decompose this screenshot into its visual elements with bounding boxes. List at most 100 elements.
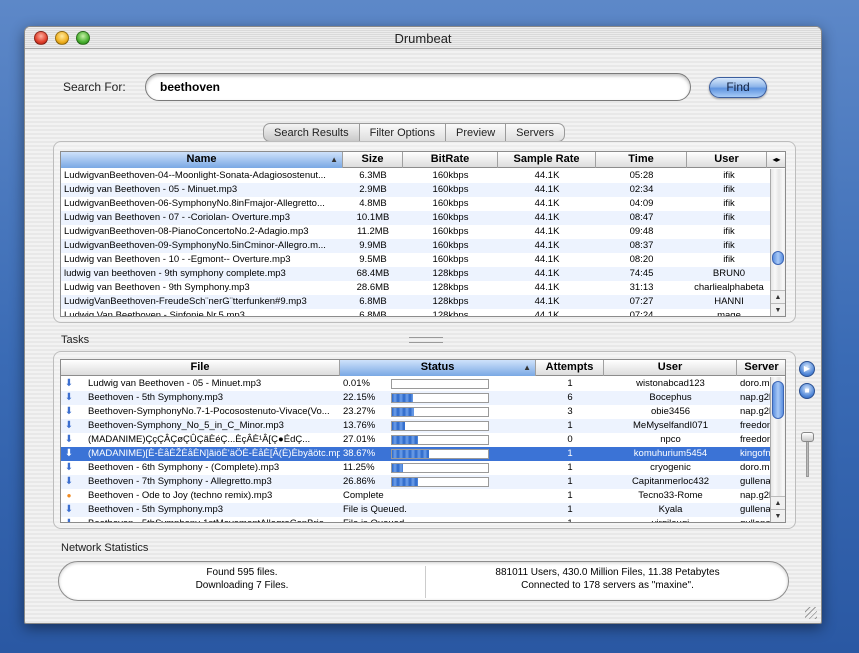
stop-icon[interactable]: ■ (799, 383, 815, 399)
task-status-text: 13.76% (343, 420, 376, 431)
scroll-up-icon[interactable]: ▲ (771, 496, 785, 509)
find-button[interactable]: Find (709, 77, 767, 98)
scroll-down-icon[interactable]: ▼ (771, 303, 785, 316)
task-row[interactable]: ⬇ Beethoven-SymphonyNo.7-1-Pocosostenuto-… (61, 405, 771, 419)
tab-filter-options[interactable]: Filter Options (359, 123, 447, 142)
resume-play-icon[interactable]: ▶ (799, 361, 815, 377)
resize-grip-icon[interactable] (805, 607, 817, 619)
column-header-server[interactable]: Server (737, 360, 785, 376)
result-cell-user: ifik (723, 240, 735, 251)
sort-ascending-icon: ▲ (330, 155, 338, 164)
task-status-text: Complete (343, 490, 384, 501)
tab-preview[interactable]: Preview (446, 123, 507, 142)
result-cell-time: 09:48 (629, 226, 654, 237)
task-status-text: 0.01% (343, 378, 370, 389)
task-file-name: Ludwig van Beethoven - 05 - Minuet.mp3 (88, 378, 262, 389)
result-cell-name: LudwigvanBeethoven-09-SymphonyNo.5inCmin… (64, 240, 326, 251)
result-row[interactable]: LudwigvanBeethoven-06-SymphonyNo.8inFmaj… (61, 197, 771, 211)
results-scrollbar[interactable]: ▲ ▼ (770, 169, 785, 316)
column-header-attempts[interactable]: Attempts (536, 360, 604, 376)
tasks-scroll-thumb[interactable] (772, 381, 784, 419)
result-cell-name: LudwigvanBeethoven-06-SymphonyNo.8inFmaj… (64, 198, 325, 209)
speed-slider-knob[interactable] (801, 432, 814, 442)
task-status-text: 27.01% (343, 434, 376, 445)
task-row[interactable]: ⬇ Beethoven-Symphony_No_5_in_C_Minor.mp3 1… (61, 419, 771, 433)
result-cell-user: ifik (723, 170, 735, 181)
task-cell-user: wistonabcad123 (636, 378, 705, 389)
column-header-file[interactable]: File (61, 360, 340, 376)
network-stats: 881011 Users, 430.0 Million Files, 11.38… (425, 566, 790, 592)
result-cell-size: 2.9MB (359, 184, 387, 195)
task-cell-status: 23.27% (340, 405, 536, 419)
result-cell-size: 6.8MB (359, 296, 387, 307)
result-row[interactable]: LudwigvanBeethoven-09-SymphonyNo.5inCmin… (61, 239, 771, 253)
task-status-text: 11.25% (343, 462, 375, 473)
result-cell-size: 10.1MB (356, 212, 390, 223)
down-arrow-icon: ⬇ (64, 504, 74, 515)
download-progress-bar (391, 407, 489, 417)
results-scroll-thumb[interactable] (772, 251, 784, 265)
tab-servers[interactable]: Servers (506, 123, 566, 142)
task-status-text: 26.86% (343, 476, 376, 487)
column-header-sample-rate[interactable]: Sample Rate (498, 152, 596, 168)
result-row[interactable]: Ludwig van Beethoven - 07 - -Coriolan- O… (61, 211, 771, 225)
column-header-bitrate[interactable]: BitRate (403, 152, 498, 168)
split-view-handle[interactable] (409, 337, 443, 343)
result-cell-size: 9.9MB (359, 240, 387, 251)
task-status-text: 38.67% (343, 448, 376, 459)
tasks-label: Tasks (61, 334, 90, 346)
task-cell-status: 27.01% (340, 433, 536, 447)
result-cell-time: 02:34 (629, 184, 654, 195)
result-row[interactable]: Ludwig van Beethoven - 10 - -Egmont-- Ov… (61, 253, 771, 267)
column-header-name[interactable]: Name ▲ (61, 152, 343, 168)
sort-ascending-icon: ▲ (523, 363, 531, 372)
task-row[interactable]: ⬇ Beethoven - 5th Symphony.mp3 File is Que… (61, 503, 771, 517)
task-row[interactable]: ⬇ (MADANIME)[È-ÈåÈŽÈåÈN]ãiöÈ'äÖÈ-ÈåÈ[Â(È)… (61, 447, 771, 461)
search-input[interactable] (145, 73, 691, 101)
result-cell-size: 9.5MB (359, 254, 387, 265)
task-row[interactable]: ⬇ Beethoven - 7th Symphony - Allegretto.m… (61, 475, 771, 489)
column-header-user[interactable]: User (687, 152, 767, 168)
result-row[interactable]: Ludwig van Beethoven - 9th Symphony.mp3 2… (61, 281, 771, 295)
scroll-down-icon[interactable]: ▼ (771, 509, 785, 522)
download-progress-bar (391, 379, 489, 389)
result-cell-name: Ludwig van Beethoven - 9th Symphony.mp3 (64, 282, 250, 293)
result-row[interactable]: LudwigvanBeethoven-04--Moonlight-Sonata-… (61, 169, 771, 183)
column-header-status[interactable]: Status ▲ (340, 360, 536, 376)
column-header-time[interactable]: Time (596, 152, 687, 168)
tasks-scrollbar[interactable]: ▲ ▼ (770, 377, 785, 522)
task-file-name: Beethoven - 7th Symphony - Allegretto.mp… (88, 476, 272, 487)
task-row[interactable]: ⬇ Beethoven - 5thSymphony-1stMovementAlle… (61, 517, 771, 522)
scroll-up-icon[interactable]: ▲ (771, 290, 785, 303)
progress-fill (392, 422, 406, 430)
task-row[interactable]: ● Beethoven - Ode to Joy (techno remix).m… (61, 489, 771, 503)
result-cell-user: ifik (723, 212, 735, 223)
task-file-name: Beethoven - 5th Symphony.mp3 (88, 392, 224, 403)
task-row[interactable]: ⬇ (MADANIME)ÇçÇÂÇøÇÛÇãÈéÇ...ÈçÂÈ¹Â[Ç●ÉdÇ.… (61, 433, 771, 447)
task-cell-file: ⬇ Beethoven-SymphonyNo.7-1-Pocosostenuto-… (61, 405, 340, 419)
result-cell-size: 4.8MB (359, 198, 387, 209)
down-arrow-icon: ⬇ (64, 434, 74, 445)
result-cell-name: LudwigvanBeethoven-08-PianoConcertoNo.2-… (64, 226, 309, 237)
result-cell-bitrate: 160kbps (432, 212, 469, 223)
column-header-size[interactable]: Size (343, 152, 403, 168)
task-cell-server: nap.g2b (740, 490, 771, 501)
network-statistics-label: Network Statistics (61, 542, 149, 554)
task-row[interactable]: ⬇ Beethoven - 5th Symphony.mp3 22.15% 6 Boce… (61, 391, 771, 405)
column-header-task-user[interactable]: User (604, 360, 737, 376)
tab-search-results[interactable]: Search Results (263, 123, 360, 142)
task-file-name: Beethoven - Ode to Joy (techno remix).mp… (88, 490, 273, 501)
result-cell-name: Ludwig van Beethoven - 07 - -Coriolan- O… (64, 212, 291, 223)
column-resize-icon[interactable]: ◂▸ (767, 152, 785, 168)
task-cell-file: ⬇ Beethoven-Symphony_No_5_in_C_Minor.mp3 (61, 419, 340, 433)
result-cell-bitrate: 128kbps (432, 296, 469, 307)
result-row[interactable]: LudwigvanBeethoven-08-PianoConcertoNo.2-… (61, 225, 771, 239)
result-row[interactable]: Ludwig Van Beethoven - Sinfonie Nr.5.mp3… (61, 309, 771, 316)
result-cell-bitrate: 160kbps (432, 198, 469, 209)
result-row[interactable]: Ludwig van Beethoven - 05 - Minuet.mp3 2.… (61, 183, 771, 197)
task-row[interactable]: ⬇ Beethoven - 6th Symphony - (Complete).m… (61, 461, 771, 475)
task-row[interactable]: ⬇ Ludwig van Beethoven - 05 - Minuet.mp3 0… (61, 377, 771, 391)
task-cell-status: File is Queued. (340, 517, 536, 522)
result-row[interactable]: LudwigVanBeethoven-FreudeSch¨nerG¨tterfu… (61, 295, 771, 309)
result-row[interactable]: ludwig van beethoven - 9th symphony comp… (61, 267, 771, 281)
